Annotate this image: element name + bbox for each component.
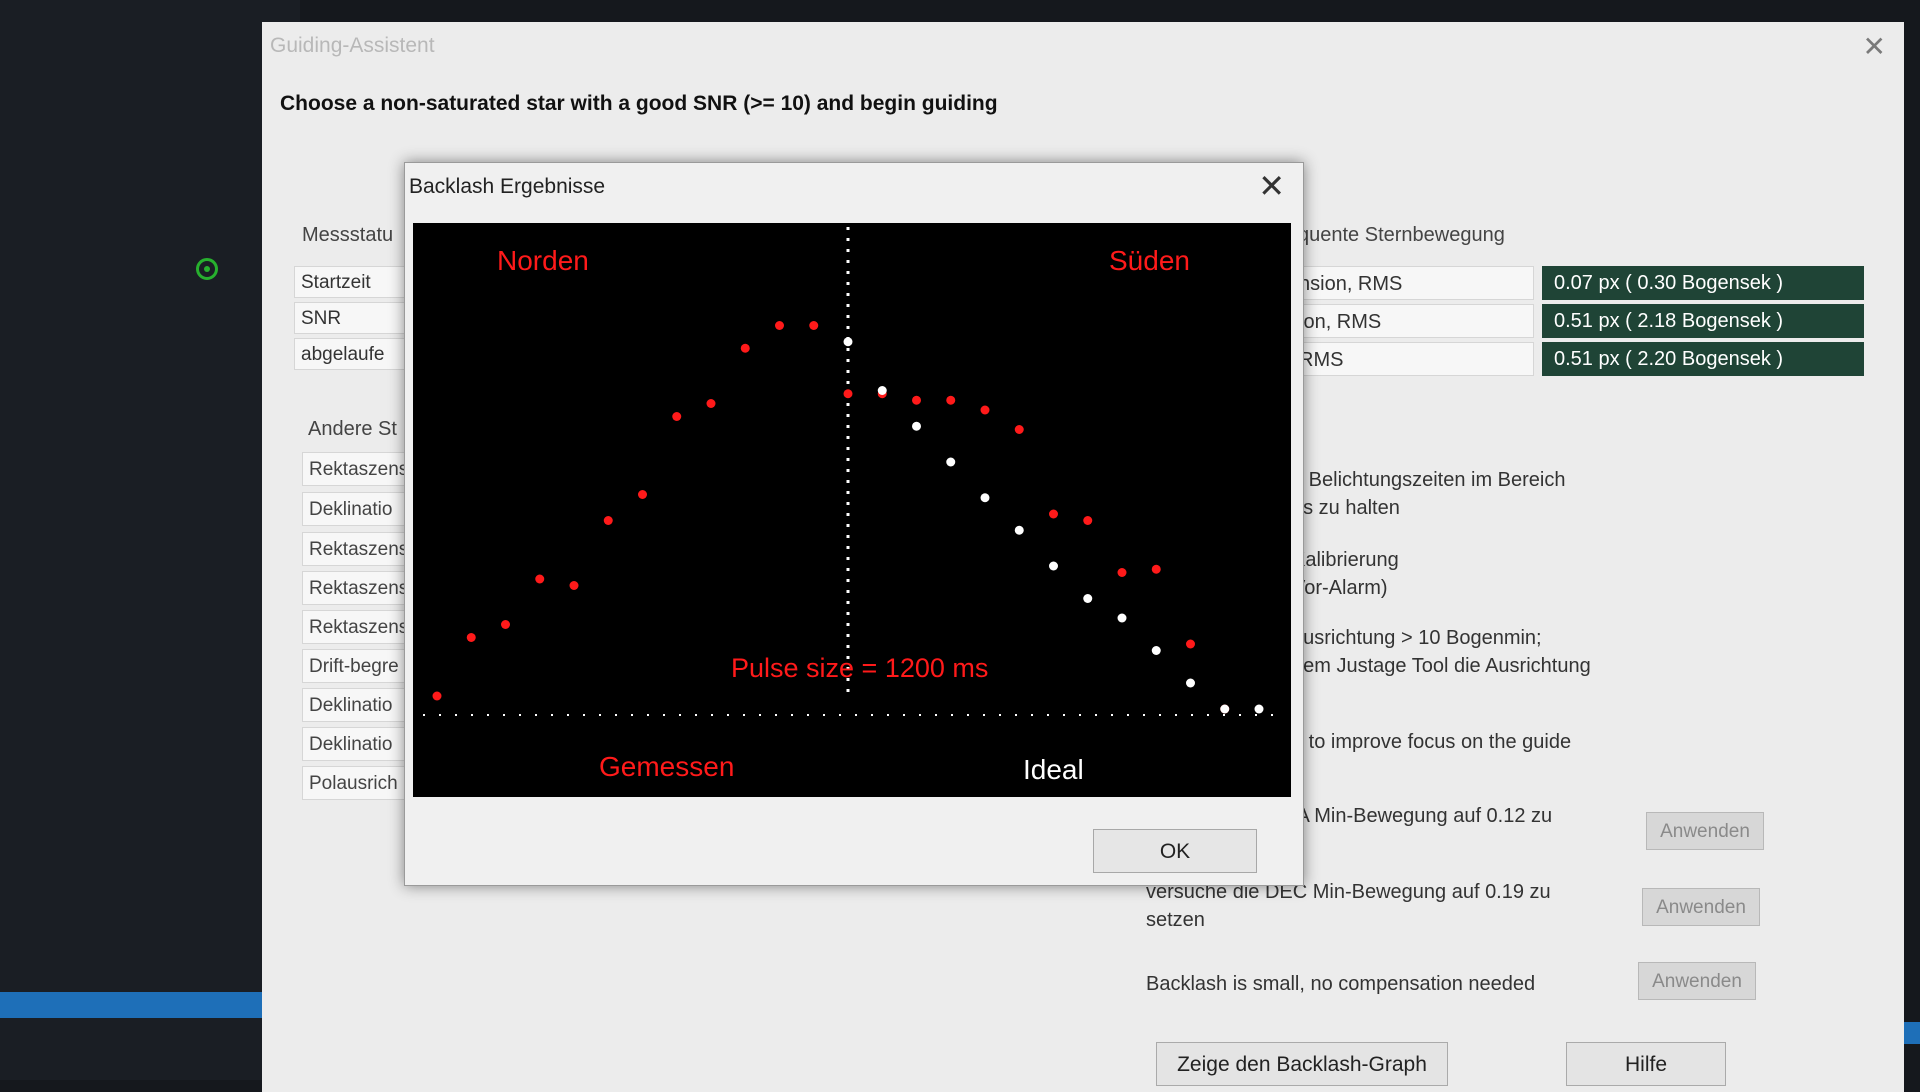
other-stat-row: Rektaszens <box>302 610 414 644</box>
measured-point <box>1014 425 1024 434</box>
ideal-point <box>1186 678 1195 688</box>
ideal-point <box>1254 704 1264 714</box>
ideal-point <box>1151 646 1161 655</box>
recommendation-text: Kalibrierung <box>1292 549 1399 571</box>
measured-point <box>535 574 545 584</box>
other-stat-row: Rektaszens <box>302 571 414 605</box>
instruction-text: Choose a non-saturated star with a good … <box>280 92 998 115</box>
star-motion-row-label: nsion, RMS <box>1292 266 1534 300</box>
measured-point <box>1117 568 1127 577</box>
stat-row-elapsed: abgelaufe <box>294 338 414 370</box>
measured-point <box>946 395 956 405</box>
recommendation-text: ausrichtung > 10 Bogenmin; <box>1292 627 1542 649</box>
ideal-point <box>1014 525 1024 535</box>
measured-point <box>1049 509 1058 519</box>
recommendation-text: 0s zu halten <box>1292 497 1400 519</box>
recommendation-text: Vor-Alarm) <box>1292 577 1388 599</box>
other-stats-label: Andere St <box>308 418 397 440</box>
other-stat-row: Rektaszens <box>302 532 414 566</box>
measured-point <box>432 691 442 701</box>
star-motion-row-value: 0.51 px ( 2.20 Bogensek ) <box>1542 342 1864 376</box>
measured-point <box>466 633 476 642</box>
taskbar-strip <box>0 992 300 1018</box>
ideal-point <box>946 457 956 467</box>
recommendation-text: RA Min-Bewegung auf 0.12 zu <box>1282 805 1553 827</box>
north-label: Norden <box>497 245 589 276</box>
show-backlash-graph-button[interactable]: Zeige den Backlash-Graph <box>1156 1042 1448 1086</box>
apply-dec-min-move-button[interactable]: Anwenden <box>1642 888 1760 926</box>
other-stat-row: Rektaszens <box>302 452 414 486</box>
other-stat-row: Deklinatio <box>302 727 414 761</box>
measured-point <box>638 490 647 499</box>
measured-point <box>740 343 750 353</box>
stat-row-start-time: Startzeit <box>294 266 414 298</box>
window-title: Guiding-Assistent <box>270 34 435 57</box>
measured-point <box>1151 564 1161 574</box>
measurement-status-label: Messstatu <box>302 224 394 246</box>
ideal-point <box>1220 704 1230 714</box>
status-icon <box>196 258 218 280</box>
measured-point <box>843 389 853 399</box>
backlash-chart: Norden Süden Pulse size = 1200 ms Gemess… <box>423 227 1279 785</box>
measured-point <box>672 412 682 421</box>
ideal-point <box>843 337 853 347</box>
recommendation-text: g to improve focus on the guide <box>1292 731 1572 753</box>
south-label: Süden <box>1109 245 1190 276</box>
dialog-title: Backlash Ergebnisse <box>409 175 606 198</box>
pulse-size-annotation: Pulse size = 1200 ms <box>731 653 988 683</box>
star-motion-row-label: RMS <box>1292 342 1534 376</box>
other-stat-row: Deklinatio <box>302 492 414 526</box>
backlash-results-dialog: Backlash Ergebnisse ✕ Norden Süden Pulse… <box>404 162 1304 886</box>
legend-measured: Gemessen <box>599 751 734 782</box>
measured-point <box>809 321 819 330</box>
recommendation-text: dem Justage Tool die Ausrichtung <box>1292 655 1591 677</box>
apply-backlash-button[interactable]: Anwenden <box>1638 962 1756 1000</box>
star-motion-row-value: 0.51 px ( 2.18 Bogensek ) <box>1542 304 1864 338</box>
measured-point <box>706 399 716 408</box>
ok-button[interactable]: OK <box>1093 829 1257 873</box>
recommendation-text: e Belichtungszeiten im Bereich <box>1292 469 1566 491</box>
measured-point <box>603 516 613 525</box>
recommendation-text: setzen <box>1146 909 1205 931</box>
apply-ra-min-move-button[interactable]: Anwenden <box>1646 812 1764 850</box>
other-stat-row: Polausrich <box>302 766 414 800</box>
star-motion-row-label: ion, RMS <box>1292 304 1534 338</box>
close-icon[interactable]: ✕ <box>1258 167 1285 205</box>
measured-point <box>501 620 510 629</box>
ideal-point <box>1049 561 1058 571</box>
measured-point <box>912 395 921 405</box>
star-motion-row-value: 0.07 px ( 0.30 Bogensek ) <box>1542 266 1864 300</box>
desktop-background <box>0 0 300 1080</box>
other-stat-row: Drift-begre <box>302 649 414 683</box>
recommendation-text: Backlash is small, no compensation neede… <box>1146 973 1536 995</box>
help-button[interactable]: Hilfe <box>1566 1042 1726 1086</box>
stat-row-snr: SNR <box>294 302 414 334</box>
measured-point <box>1083 516 1093 525</box>
ideal-point <box>980 493 990 503</box>
measured-point <box>569 581 579 590</box>
ideal-point <box>1083 594 1093 603</box>
measured-point <box>980 405 990 415</box>
measured-point <box>1186 639 1195 649</box>
ideal-point <box>912 421 921 431</box>
other-stat-row: Deklinatio <box>302 688 414 722</box>
star-motion-label: quente Sternbewegung <box>1298 224 1505 246</box>
ideal-point <box>877 386 887 395</box>
backlash-plot: Norden Süden Pulse size = 1200 ms Gemess… <box>413 223 1291 797</box>
close-icon[interactable]: ✕ <box>1863 30 1886 63</box>
measured-point <box>775 321 784 330</box>
legend-ideal: Ideal <box>1023 754 1084 785</box>
ideal-point <box>1117 613 1127 623</box>
